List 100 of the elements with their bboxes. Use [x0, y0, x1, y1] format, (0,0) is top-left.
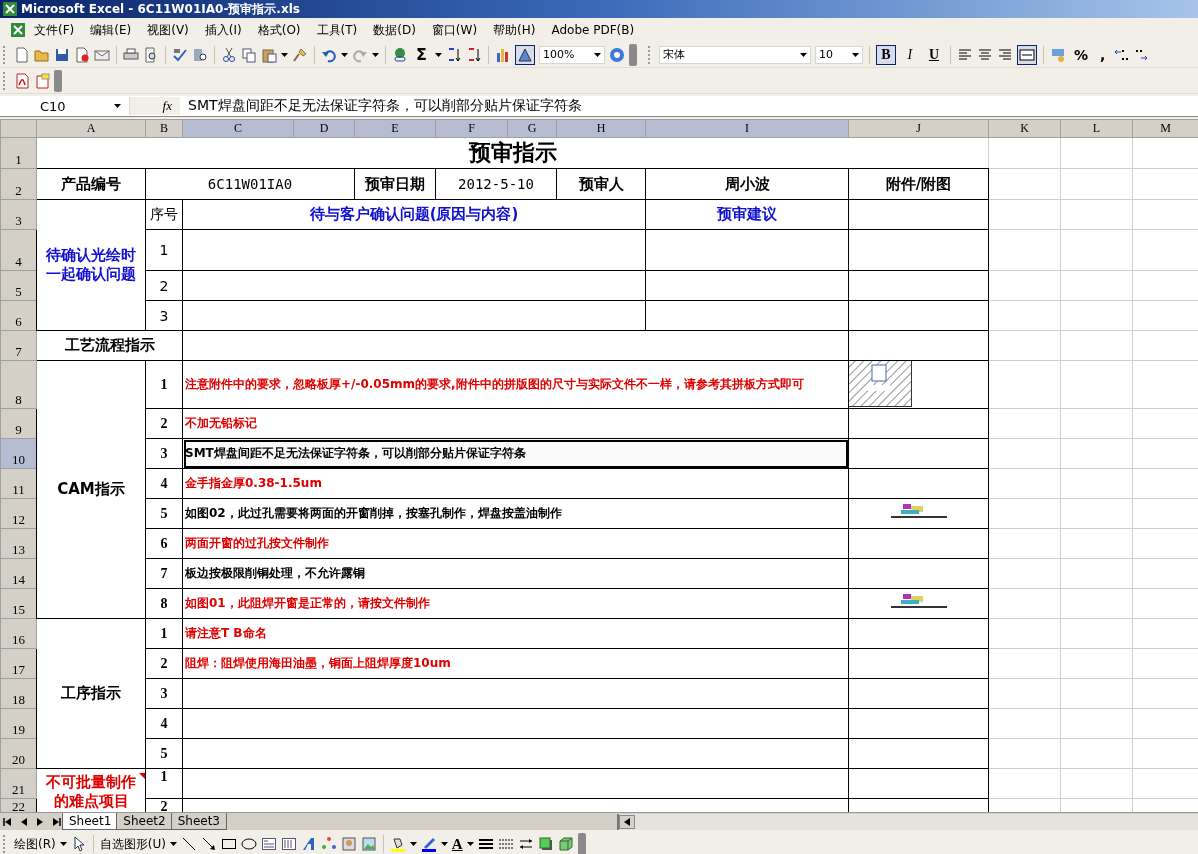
chart-icon[interactable] — [494, 46, 511, 63]
hyperlink-icon[interactable] — [392, 46, 408, 63]
cut-icon[interactable] — [221, 46, 237, 63]
scroll-left-button[interactable] — [619, 814, 635, 829]
column-header[interactable]: A — [36, 119, 146, 138]
menu-item[interactable]: 文件(F) — [26, 21, 83, 39]
menu-item[interactable]: 编辑(E) — [82, 21, 140, 39]
toolbar-options-icon[interactable] — [577, 833, 586, 854]
autosum-button[interactable]: Σ — [412, 45, 431, 64]
arrow-icon[interactable] — [200, 836, 217, 852]
caret-icon[interactable] — [281, 52, 288, 57]
row-header[interactable]: 1 — [0, 137, 37, 169]
embedded-object-icon[interactable] — [849, 361, 912, 407]
insert-function-button[interactable]: fx — [130, 97, 180, 115]
percent-button[interactable]: % — [1069, 46, 1092, 63]
sheet-tab[interactable]: Sheet1 — [62, 813, 119, 830]
horizontal-scrollbar[interactable] — [617, 813, 1198, 830]
line-color-icon[interactable] — [420, 836, 437, 852]
row-header[interactable]: 7 — [0, 330, 37, 361]
column-header[interactable]: F — [435, 119, 508, 138]
fill-color-icon[interactable] — [389, 836, 406, 852]
row-header[interactable]: 14 — [0, 558, 37, 589]
caret-icon[interactable] — [409, 842, 417, 846]
column-header[interactable]: J — [848, 119, 989, 138]
format-painter-icon[interactable] — [292, 46, 308, 63]
formula-field[interactable]: SMT焊盘间距不足无法保证字符条，可以削部分贴片保证字符条 — [180, 97, 582, 115]
align-center-icon[interactable] — [976, 46, 993, 63]
sheet-tab[interactable]: Sheet2 — [116, 813, 173, 830]
column-header[interactable]: L — [1060, 119, 1133, 138]
row-header[interactable]: 20 — [0, 738, 37, 769]
column-header[interactable]: E — [354, 119, 436, 138]
sheet-tab[interactable]: Sheet3 — [170, 813, 227, 830]
caret-icon[interactable] — [799, 52, 807, 57]
row-header[interactable]: 3 — [0, 199, 37, 230]
menu-item[interactable]: 视图(V) — [139, 21, 197, 39]
pdf-icon[interactable] — [14, 72, 30, 89]
row-header[interactable]: 15 — [0, 588, 37, 619]
save-icon[interactable] — [54, 46, 70, 63]
embedded-picture-icon[interactable] — [891, 503, 947, 519]
menu-item[interactable]: 格式(O) — [249, 21, 309, 39]
caret-icon[interactable] — [372, 52, 379, 57]
embedded-picture-icon[interactable] — [891, 593, 947, 609]
caret-icon[interactable] — [593, 52, 601, 57]
vertical-text-box-icon[interactable] — [280, 836, 297, 852]
menu-item[interactable]: 帮助(H) — [485, 21, 544, 39]
comma-button[interactable]: , — [1095, 46, 1110, 63]
line-style-icon[interactable] — [477, 836, 494, 852]
rectangle-icon[interactable] — [220, 836, 237, 852]
menu-item[interactable]: Adobe PDF(B) — [543, 23, 643, 37]
caret-icon[interactable] — [59, 842, 67, 846]
row-header[interactable]: 13 — [0, 528, 37, 559]
spelling-icon[interactable] — [172, 46, 188, 63]
autoshapes-menu-button[interactable]: 自选图形(U) — [99, 835, 166, 853]
column-header[interactable]: K — [988, 119, 1061, 138]
font-color-button[interactable]: A — [451, 835, 463, 853]
dash-style-icon[interactable] — [497, 836, 514, 852]
print-icon[interactable] — [123, 46, 139, 63]
wordart-icon[interactable] — [300, 836, 317, 852]
toolbar-options-icon[interactable] — [54, 69, 62, 92]
underline-button[interactable]: U — [923, 44, 944, 65]
column-header[interactable]: G — [507, 119, 557, 138]
row-header[interactable]: 4 — [0, 229, 37, 271]
caret-icon[interactable] — [851, 52, 859, 57]
menu-item[interactable]: 数据(D) — [365, 21, 424, 39]
column-header[interactable]: B — [145, 119, 183, 138]
row-header[interactable]: 10 — [0, 438, 37, 469]
menu-item[interactable]: 工具(T) — [308, 21, 366, 39]
draw-menu-button[interactable]: 绘图(R) — [14, 835, 56, 853]
shadow-icon[interactable] — [537, 836, 554, 852]
column-header[interactable]: C — [182, 119, 294, 138]
line-icon[interactable] — [180, 836, 197, 852]
column-header[interactable]: D — [293, 119, 355, 138]
paste-icon[interactable] — [261, 46, 277, 63]
row-header[interactable]: 5 — [0, 270, 37, 301]
menu-item[interactable]: 插入(I) — [196, 21, 250, 39]
print-preview-icon[interactable] — [143, 46, 159, 63]
italic-button[interactable]: I — [899, 44, 920, 65]
oval-icon[interactable] — [240, 836, 257, 852]
copy-icon[interactable] — [241, 46, 257, 63]
align-left-icon[interactable] — [956, 46, 973, 63]
pdf-comment-icon[interactable] — [34, 72, 50, 89]
row-header[interactable]: 21 — [0, 768, 37, 799]
clip-art-icon[interactable] — [340, 836, 357, 852]
row-header[interactable]: 8 — [0, 360, 37, 409]
toolbar-options-icon[interactable] — [628, 43, 637, 66]
comment-indicator-icon[interactable] — [139, 773, 145, 779]
caret-icon[interactable] — [169, 842, 177, 846]
text-box-icon[interactable] — [260, 836, 277, 852]
row-header[interactable]: 6 — [0, 300, 37, 331]
insert-picture-icon[interactable] — [360, 836, 377, 852]
column-header[interactable]: M — [1132, 119, 1198, 138]
new-document-icon[interactable] — [14, 46, 30, 63]
font-field[interactable]: 宋体 — [658, 45, 811, 64]
row-header[interactable]: 9 — [0, 408, 37, 439]
row-header[interactable]: 12 — [0, 498, 37, 529]
arrow-style-icon[interactable] — [517, 836, 534, 852]
font-size-field[interactable]: 10 — [814, 45, 863, 64]
caret-icon[interactable] — [440, 842, 448, 846]
row-header[interactable]: 19 — [0, 708, 37, 739]
row-header[interactable]: 2 — [0, 168, 37, 200]
